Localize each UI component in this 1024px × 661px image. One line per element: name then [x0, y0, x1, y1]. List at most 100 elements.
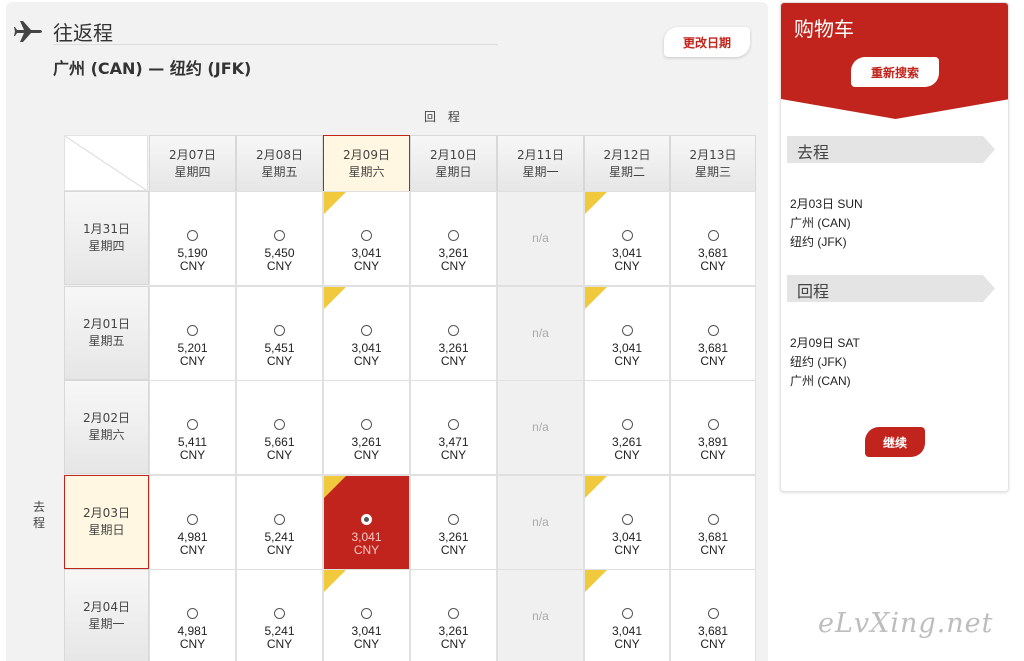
column-date: 2月13日: [689, 147, 737, 162]
row-weekday: 星期五: [88, 334, 125, 348]
column-weekday: 星期五: [261, 164, 298, 179]
return-date-column-header[interactable]: 2月13日星期三: [670, 135, 756, 192]
fare-cell[interactable]: 5,190 CNY: [149, 191, 236, 286]
radio-icon[interactable]: [707, 325, 719, 336]
radio-icon[interactable]: [621, 230, 633, 241]
radio-icon[interactable]: [361, 325, 372, 336]
radio-icon[interactable]: [361, 230, 372, 241]
column-weekday: 星期三: [694, 164, 731, 179]
radio-icon[interactable]: [187, 230, 198, 241]
radio-icon[interactable]: [707, 608, 719, 619]
fare-cell[interactable]: 3,681 CNY: [670, 475, 756, 570]
fare-cell[interactable]: 4,981 CNY: [149, 475, 236, 570]
fare-cell[interactable]: 3,041 CNY: [584, 475, 670, 570]
depart-date-row-header[interactable]: 2月03日 星期日: [64, 475, 149, 569]
radio-icon[interactable]: [707, 514, 719, 525]
fare-currency: CNY: [353, 448, 380, 462]
outbound-segment-tab: 去程: [787, 136, 995, 163]
radio-selected-icon[interactable]: [361, 514, 372, 525]
radio-icon[interactable]: [707, 230, 719, 241]
fare-cell[interactable]: 3,681 CNY: [670, 191, 756, 286]
fare-cell[interactable]: 3,261 CNY: [323, 380, 410, 475]
radio-icon[interactable]: [361, 608, 372, 619]
fare-cell[interactable]: 3,681 CNY: [670, 286, 756, 381]
radio-icon[interactable]: [187, 325, 198, 336]
fare-cell[interactable]: 3,041 CNY: [584, 191, 670, 286]
fare-cell[interactable]: 4,981 CNY: [149, 569, 236, 661]
fare-cell[interactable]: 3,041 CNY: [323, 191, 410, 286]
fare-cell[interactable]: 5,451 CNY: [236, 286, 323, 381]
radio-icon[interactable]: [621, 608, 633, 619]
outbound-segment-label: 去程: [797, 143, 830, 162]
radio-icon[interactable]: [187, 608, 198, 619]
fare-cell[interactable]: 3,261 CNY: [410, 569, 497, 661]
radio-icon[interactable]: [621, 325, 633, 336]
fare-cell[interactable]: 3,041 CNY: [323, 286, 410, 381]
radio-icon[interactable]: [621, 514, 633, 525]
radio-icon[interactable]: [448, 514, 459, 525]
fare-cell-unavailable: n/a: [497, 380, 584, 475]
fare-cell[interactable]: 3,041 CNY: [584, 569, 670, 661]
unavailable-label: n/a: [532, 609, 549, 623]
return-date-column-header[interactable]: 2月08日 星期五: [236, 135, 323, 192]
radio-icon[interactable]: [361, 419, 372, 430]
fare-cell[interactable]: 3,041 CNY: [323, 569, 410, 661]
depart-date-row-header[interactable]: 2月04日 星期一: [64, 569, 149, 661]
fare-cell[interactable]: 3,261 CNY: [584, 380, 670, 475]
fare-cell[interactable]: 3,471 CNY: [410, 380, 497, 475]
return-date-column-header[interactable]: 2月11日 星期一: [497, 135, 584, 192]
radio-icon[interactable]: [621, 419, 633, 430]
radio-icon[interactable]: [187, 419, 198, 430]
return-date-column-header[interactable]: 2月12日 星期二: [584, 135, 670, 192]
fare-cell[interactable]: 3,041 CNY: [323, 475, 410, 570]
fare-currency: CNY: [614, 259, 640, 273]
return-date-column-header[interactable]: 2月10日 星期日: [410, 135, 497, 192]
fare-currency: CNY: [179, 354, 206, 368]
depart-date-row-header[interactable]: 2月01日 星期五: [64, 286, 149, 380]
fare-currency: CNY: [700, 543, 726, 557]
outbound-segment-info: 2月03日 SUN 广州 (CAN) 纽约 (JFK): [790, 195, 863, 252]
radio-icon[interactable]: [187, 514, 198, 525]
lowest-fare-flag-icon: [585, 570, 607, 592]
radio-icon[interactable]: [274, 608, 285, 619]
fare-currency: CNY: [179, 448, 206, 462]
depart-date-row-header[interactable]: 1月31日 星期四: [64, 191, 149, 285]
radio-icon[interactable]: [707, 419, 719, 430]
row-weekday: 星期日: [88, 523, 125, 537]
lowest-fare-flag-icon: [324, 287, 346, 309]
fare-currency: CNY: [440, 259, 467, 273]
fare-cell[interactable]: 3,681 CNY: [670, 569, 756, 661]
return-date-column-header[interactable]: 2月07日 星期四: [149, 135, 236, 192]
change-date-button[interactable]: 更改日期: [664, 27, 750, 57]
depart-date-row-header[interactable]: 2月02日 星期六: [64, 380, 149, 474]
continue-button[interactable]: 继续: [865, 427, 925, 457]
fare-cell[interactable]: 5,241 CNY: [236, 569, 323, 661]
fare-cell[interactable]: 5,450 CNY: [236, 191, 323, 286]
return-date-column-header[interactable]: 2月09日 星期六: [323, 135, 410, 192]
radio-icon[interactable]: [274, 514, 285, 525]
fare-cell[interactable]: 5,201 CNY: [149, 286, 236, 381]
fare-cell[interactable]: 5,661 CNY: [236, 380, 323, 475]
row-weekday: 星期一: [88, 617, 125, 631]
fare-cell[interactable]: 3,261 CNY: [410, 475, 497, 570]
cart-title: 购物车: [794, 17, 854, 41]
radio-icon[interactable]: [448, 419, 459, 430]
column-date: 2月11日: [517, 147, 564, 162]
fare-currency: CNY: [179, 259, 206, 273]
column-weekday: 星期二: [608, 164, 645, 179]
research-button[interactable]: 重新搜索: [851, 57, 939, 87]
fare-cell[interactable]: 3,891 CNY: [670, 380, 756, 475]
radio-icon[interactable]: [274, 230, 285, 241]
radio-icon[interactable]: [448, 230, 459, 241]
radio-icon[interactable]: [448, 608, 459, 619]
fare-cell[interactable]: 5,241 CNY: [236, 475, 323, 570]
fare-cell[interactable]: 5,411 CNY: [149, 380, 236, 475]
fare-cell[interactable]: 3,261 CNY: [410, 191, 497, 286]
fare-currency: CNY: [614, 354, 640, 368]
radio-icon[interactable]: [274, 419, 285, 430]
fare-cell[interactable]: 3,041 CNY: [584, 286, 670, 381]
radio-icon[interactable]: [274, 325, 285, 336]
fare-currency: CNY: [440, 637, 467, 651]
fare-cell[interactable]: 3,261 CNY: [410, 286, 497, 381]
radio-icon[interactable]: [448, 325, 459, 336]
